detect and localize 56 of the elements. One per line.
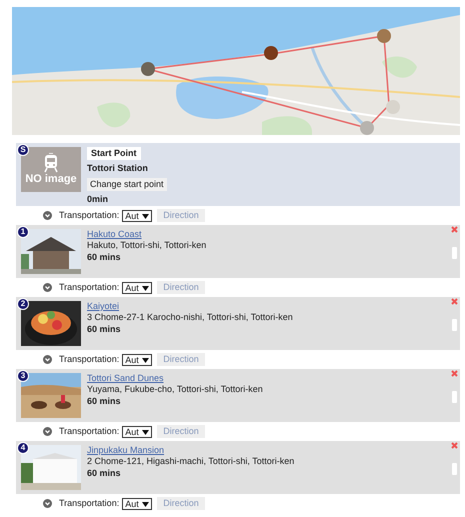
mode-select[interactable]: Aut [122, 498, 152, 510]
number-badge: 4 [17, 442, 29, 454]
chevron-down-icon[interactable] [43, 283, 52, 292]
caret-icon [142, 502, 150, 506]
caret-icon [142, 286, 150, 290]
transportation-label: Transportation: [59, 354, 120, 366]
transportation-label: Transportation: [59, 498, 120, 510]
place-link[interactable]: Tottori Sand Dunes [87, 373, 263, 384]
duration-text: 60 mins [87, 468, 122, 479]
start-point-label: Start Point [87, 147, 141, 160]
transportation-label: Transportation: [59, 210, 120, 222]
direction-button[interactable]: Direction [157, 497, 205, 510]
duration-text: 0min [87, 194, 108, 205]
place-link[interactable]: Jinpukaku Mansion [87, 445, 294, 456]
chevron-down-icon[interactable] [43, 499, 52, 508]
address-text: 3 Chome-27-1 Karocho-nishi, Tottori-shi, Tottori-ken [87, 312, 293, 324]
number-badge: 1 [17, 226, 29, 238]
direction-button[interactable]: Direction [157, 425, 205, 438]
caret-icon [142, 430, 150, 434]
place-link[interactable]: Kaiyotei [87, 301, 293, 312]
number-badge: 2 [17, 298, 29, 310]
direction-button[interactable]: Direction [157, 209, 205, 222]
mode-select[interactable]: Aut [122, 354, 152, 366]
place-link[interactable]: Hakuto Coast [87, 229, 206, 240]
duration-text: 60 mins [87, 324, 122, 335]
train-icon [43, 152, 59, 173]
address-text: Hakuto, Tottori-shi, Tottori-ken [87, 240, 206, 252]
duration-text: 60 mins [87, 252, 122, 263]
mode-select[interactable]: Aut [122, 210, 152, 222]
start-badge: S [17, 144, 29, 156]
mode-select[interactable]: Aut [122, 426, 152, 438]
chevron-down-icon[interactable] [43, 427, 52, 436]
close-icon[interactable] [451, 298, 458, 305]
transportation-label: Transportation: [59, 282, 120, 294]
close-icon[interactable] [451, 442, 458, 449]
drag-handle[interactable] [452, 247, 457, 259]
close-icon[interactable] [451, 370, 458, 377]
mode-select[interactable]: Aut [122, 282, 152, 294]
drag-handle[interactable] [452, 319, 457, 331]
address-text: 2 Chome-121, Higashi-machi, Tottori-shi, Tottori-ken [87, 456, 294, 468]
drag-handle[interactable] [452, 391, 457, 403]
direction-button[interactable]: Direction [157, 353, 205, 366]
drag-handle[interactable] [452, 463, 457, 475]
chevron-down-icon[interactable] [43, 355, 52, 364]
chevron-down-icon[interactable] [43, 211, 52, 220]
close-icon[interactable] [451, 226, 458, 233]
placeholder-text: NO image [25, 172, 77, 186]
direction-button[interactable]: Direction [157, 281, 205, 294]
caret-icon [142, 214, 150, 218]
duration-text: 60 mins [87, 396, 122, 407]
address-text: Yuyama, Fukube-cho, Tottori-shi, Tottori-ken [87, 384, 263, 396]
number-badge: 3 [17, 370, 29, 382]
transportation-label: Transportation: [59, 426, 120, 438]
change-start-button[interactable]: Change start point [87, 178, 167, 191]
station-name: Tottori Station [87, 163, 148, 174]
caret-icon [142, 358, 150, 362]
